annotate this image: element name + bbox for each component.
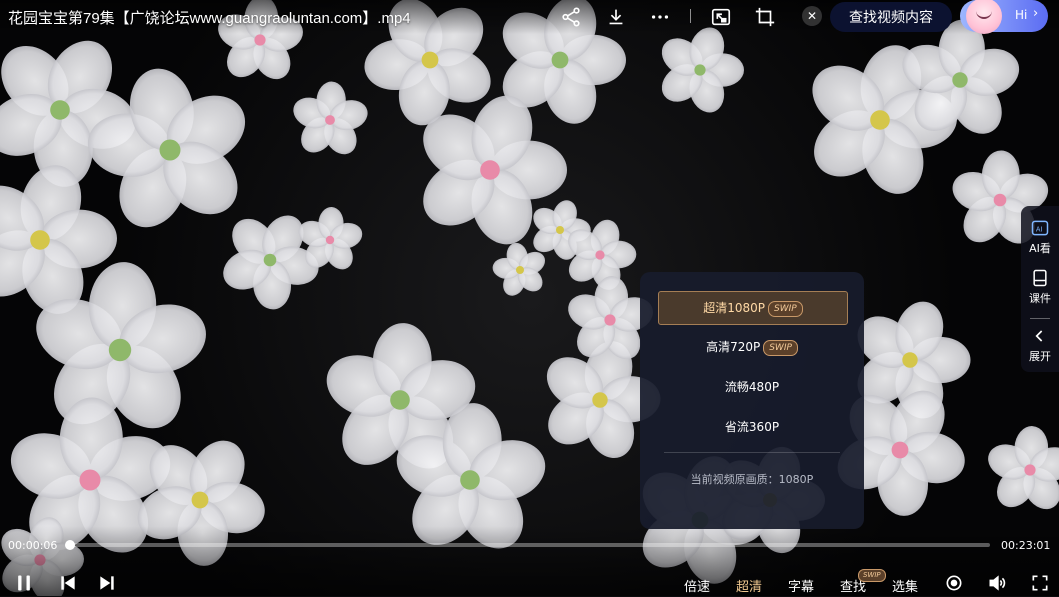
side-item-courseware[interactable]: 课件 (1021, 268, 1059, 306)
quality-option-480p[interactable]: 流畅480P (658, 371, 846, 403)
side-item-expand[interactable]: 展开 (1021, 326, 1059, 364)
quality-button[interactable]: 超清 (736, 576, 762, 595)
quality-option-label: 高清720P (706, 340, 761, 354)
more-icon[interactable] (649, 6, 671, 28)
side-item-label: 课件 (1029, 292, 1051, 305)
speed-button[interactable]: 倍速 (684, 576, 710, 595)
courseware-icon (1033, 269, 1047, 287)
original-quality-note: 当前视频原画质：1080P (690, 473, 814, 486)
quality-option-label: 流畅480P (724, 380, 780, 394)
current-time: 00:00:06 (8, 539, 58, 552)
assistant-avatar (966, 0, 1002, 34)
assistant-button[interactable]: Hi › (960, 0, 1048, 34)
find-video-content-button[interactable]: 查找视频内容 (830, 2, 952, 32)
download-icon[interactable] (605, 6, 627, 28)
search-swip-badge: SWIP (858, 569, 886, 582)
chevron-right-icon: › (1033, 6, 1039, 21)
swip-badge: SWIP (763, 340, 798, 356)
quality-option-label: 超清1080P (703, 301, 766, 315)
side-panel: AI AI看 课件 展开 (1021, 206, 1059, 372)
volume-icon[interactable] (987, 573, 1007, 593)
share-icon[interactable] (560, 6, 582, 28)
side-item-ai-watch[interactable]: AI AI看 (1021, 218, 1059, 256)
chevron-left-icon (1035, 330, 1043, 342)
subtitle-button[interactable]: 字幕 (788, 576, 814, 595)
close-icon[interactable]: ✕ (802, 6, 822, 26)
picture-in-picture-icon[interactable] (710, 6, 732, 28)
pause-icon[interactable] (14, 573, 34, 593)
fullscreen-icon[interactable] (1030, 573, 1050, 593)
swip-badge: SWIP (768, 301, 803, 317)
quality-menu-divider (664, 452, 840, 453)
crop-icon[interactable] (754, 6, 776, 28)
total-time: 00:23:01 (1001, 539, 1051, 552)
toolbar-divider (690, 9, 691, 23)
quality-option-label: 省流360P (724, 420, 780, 434)
svg-text:AI: AI (1036, 225, 1043, 233)
video-content (0, 0, 1059, 596)
ai-watch-icon: AI (1031, 220, 1049, 236)
video-title: 花园宝宝第79集【广饶论坛www.guangraoluntan.com】.mp4 (8, 10, 411, 27)
episodes-button[interactable]: 选集 (892, 576, 918, 595)
quality-option-720p[interactable]: 高清720P SWIP (658, 331, 846, 363)
side-divider (1030, 318, 1050, 319)
progress-bar[interactable] (64, 540, 990, 550)
eye-protection-icon[interactable] (944, 573, 964, 593)
quality-option-1080p[interactable]: 超清1080P SWIP (658, 291, 848, 325)
previous-icon[interactable] (58, 573, 78, 593)
side-item-label: AI看 (1029, 242, 1051, 255)
progress-handle[interactable] (64, 540, 75, 550)
quality-option-360p[interactable]: 省流360P (658, 411, 846, 443)
side-item-label: 展开 (1029, 350, 1051, 363)
quality-menu: 超清1080P SWIP 高清720P SWIP 流畅480P 省流360P 当前视… (640, 272, 864, 529)
next-icon[interactable] (97, 573, 117, 593)
video-frame[interactable] (0, 0, 1059, 596)
assistant-label: Hi (1015, 8, 1028, 22)
